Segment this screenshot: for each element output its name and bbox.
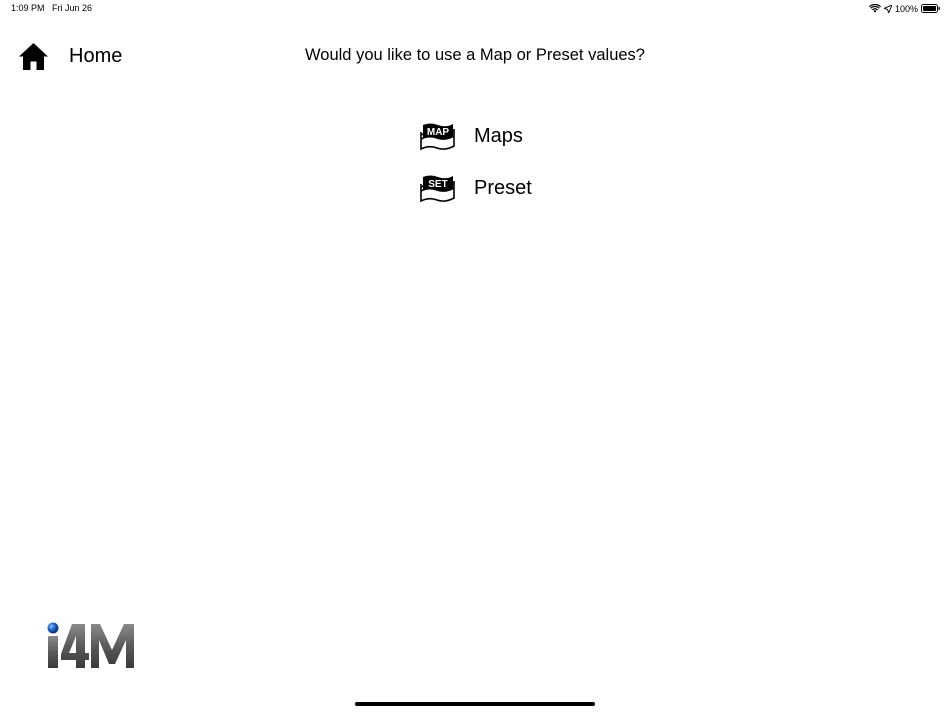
prompt-question: Would you like to use a Map or Preset va… bbox=[305, 46, 645, 64]
app-screen: 1:09 PM Fri Jun 26 100% Home Would you l… bbox=[0, 0, 950, 712]
battery-icon bbox=[921, 4, 940, 13]
set-icon: SET bbox=[420, 175, 455, 203]
status-indicators: 100% bbox=[868, 2, 940, 15]
maps-option-button[interactable]: MAP Maps bbox=[419, 120, 523, 152]
status-date: Fri Jun 26 bbox=[52, 3, 93, 13]
set-icon-text: SET bbox=[428, 179, 447, 190]
i4m-logo bbox=[47, 622, 134, 668]
location-icon bbox=[883, 4, 892, 13]
status-bar: 1:09 PM Fri Jun 26 100% bbox=[0, 0, 950, 18]
logo-dot bbox=[47, 622, 59, 634]
preset-option-button[interactable]: SET Preset bbox=[419, 172, 532, 204]
map-icon: MAP bbox=[420, 123, 455, 151]
maps-option-label: Maps bbox=[474, 125, 523, 147]
wifi-icon bbox=[868, 4, 881, 13]
preset-option-label: Preset bbox=[474, 177, 532, 199]
status-time: 1:09 PM bbox=[11, 3, 45, 13]
home-indicator-bar[interactable] bbox=[355, 702, 595, 706]
map-icon-text: MAP bbox=[427, 127, 450, 138]
battery-percentage: 100% bbox=[894, 3, 918, 14]
